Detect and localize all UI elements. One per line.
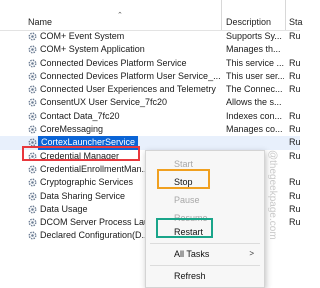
table-row[interactable]: Contact Data_7fc20 Indexes con... Ru	[0, 110, 301, 123]
table-row-selected[interactable]: CortexLauncherService Ru	[0, 136, 301, 150]
service-name: Connected Devices Platform User Service_…	[40, 70, 221, 81]
column-divider[interactable]	[285, 0, 286, 30]
service-name: DCOM Server Process Lau...	[40, 217, 157, 228]
service-name: Credential Manager	[40, 150, 120, 161]
gear-icon	[28, 45, 37, 54]
service-description: Supports Sy...	[226, 31, 282, 41]
service-description: Manages co...	[226, 124, 283, 135]
service-status: Ru	[289, 190, 301, 201]
column-divider[interactable]	[221, 0, 222, 30]
service-name: CredentialEnrollmentMan...	[40, 163, 150, 174]
service-name: ConsentUX User Service_7fc20	[40, 97, 168, 108]
column-header-name[interactable]: Name	[28, 17, 52, 27]
service-name: CoreMessaging	[40, 124, 104, 135]
service-description: This service ...	[226, 57, 284, 68]
gear-icon	[28, 59, 37, 68]
menu-item-refresh[interactable]: Refresh	[174, 271, 206, 281]
service-name: Data Usage	[40, 203, 88, 214]
service-status: Ru	[289, 57, 301, 68]
service-status: Ru	[289, 150, 301, 161]
menu-item-restart[interactable]: Restart	[174, 227, 203, 237]
gear-icon	[28, 192, 37, 201]
service-description: Allows the s...	[226, 97, 282, 108]
watermark: @thegeekpage.com	[267, 150, 278, 240]
table-row[interactable]: CoreMessaging Manages co... Ru	[0, 123, 301, 136]
service-name: Connected User Experiences and Telemetry	[40, 84, 216, 95]
service-name: COM+ Event System	[40, 31, 125, 41]
chevron-right-icon: >	[249, 249, 254, 258]
service-description: The Connec...	[226, 84, 283, 95]
gear-icon	[28, 218, 37, 227]
gear-icon	[28, 112, 37, 121]
table-row[interactable]: Connected Devices Platform User Service_…	[0, 70, 301, 83]
service-status: Ru	[289, 217, 301, 228]
service-status: Ru	[289, 31, 301, 41]
service-name: CortexLauncherService	[38, 136, 139, 150]
service-status: Ru	[289, 84, 301, 95]
menu-separator	[150, 265, 260, 266]
table-row[interactable]: COM+ Event System Supports Sy... Ru	[0, 30, 301, 43]
service-description: This user ser...	[226, 70, 284, 81]
column-header-description[interactable]: Description	[226, 17, 271, 27]
service-name: Connected Devices Platform Service	[40, 57, 187, 68]
gear-icon	[28, 165, 37, 174]
service-status: Ru	[289, 137, 301, 148]
service-status: Ru	[289, 70, 301, 81]
column-header-status[interactable]: Sta	[289, 17, 303, 27]
menu-item-all-tasks[interactable]: All Tasks	[174, 249, 209, 259]
gear-icon	[28, 85, 37, 94]
service-status: Ru	[289, 177, 301, 188]
gear-icon	[28, 98, 37, 107]
gear-icon	[28, 231, 37, 240]
service-name: Contact Data_7fc20	[40, 110, 120, 121]
menu-item-pause: Pause	[174, 195, 200, 205]
service-status: Ru	[289, 110, 301, 121]
service-description: Manages th...	[226, 44, 281, 55]
menu-item-resume: Resume	[174, 213, 208, 223]
table-row[interactable]: ConsentUX User Service_7fc20 Allows the …	[0, 96, 300, 109]
table-row[interactable]: COM+ System Application Manages th...	[0, 43, 300, 56]
service-name: Declared Configuration(D...	[40, 230, 150, 241]
service-description: Indexes con...	[226, 110, 283, 121]
gear-icon	[28, 138, 37, 147]
gear-icon	[28, 178, 37, 187]
gear-icon	[28, 72, 37, 81]
gear-icon	[28, 125, 37, 134]
table-row[interactable]: Connected Devices Platform Service This …	[0, 57, 301, 70]
service-status: Ru	[289, 124, 301, 135]
table-row[interactable]: Connected User Experiences and Telemetry…	[0, 83, 301, 96]
menu-item-start: Start	[174, 159, 194, 169]
menu-separator	[150, 243, 260, 244]
gear-icon	[28, 32, 37, 41]
context-menu: Start Stop Pause Resume Restart All Task…	[145, 150, 265, 288]
menu-item-stop[interactable]: Stop	[174, 177, 193, 187]
gear-icon	[28, 205, 37, 214]
service-status: Ru	[289, 203, 301, 214]
gear-icon	[28, 152, 37, 161]
service-name: Data Sharing Service	[40, 190, 126, 201]
service-name: COM+ System Application	[40, 44, 145, 55]
column-header-bar: ⌃ Name Description Sta	[0, 0, 303, 31]
service-name: Cryptographic Services	[40, 177, 134, 188]
sort-caret-icon: ⌃	[117, 12, 123, 19]
